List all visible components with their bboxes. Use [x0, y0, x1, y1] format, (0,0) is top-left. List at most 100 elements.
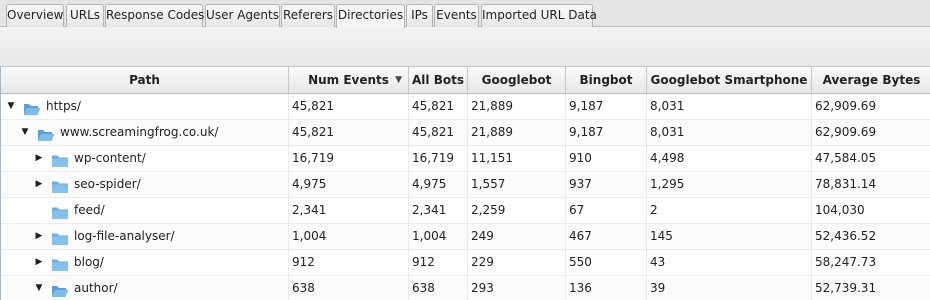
tab-overview[interactable]: Overview [6, 4, 64, 27]
collapsed-arrow-icon[interactable]: ▶ [33, 172, 45, 197]
googlebot-cell: 21,889 [468, 94, 566, 119]
path-cell[interactable]: ▼ https/ [1, 94, 289, 119]
expanded-arrow-icon[interactable]: ▼ [5, 94, 17, 119]
googlebot-smartphone-cell: 43 [647, 250, 812, 275]
num-events-cell: 45,821 [289, 94, 409, 119]
directories-table: Path Num Events ▼ All Bots Googlebot Bin… [0, 67, 930, 300]
path-label: log-file-analyser/ [74, 229, 175, 243]
googlebot-cell: 21,889 [468, 120, 566, 145]
column-header-googlebot-smartphone[interactable]: Googlebot Smartphone [647, 67, 812, 93]
path-label: author/ [74, 281, 118, 295]
googlebot-smartphone-cell: 1,295 [647, 172, 812, 197]
open-folder-icon [51, 282, 69, 297]
path-label: feed/ [74, 203, 105, 217]
path-label: wp-content/ [74, 151, 146, 165]
expanded-arrow-icon[interactable]: ▼ [19, 120, 31, 145]
path-label: seo-spider/ [74, 177, 141, 191]
column-header-num-events-label: Num Events [308, 73, 389, 87]
path-cell[interactable]: ▶ seo-spider/ [1, 172, 289, 197]
path-cell[interactable]: feed/ [1, 198, 289, 223]
table-row[interactable]: ▶ log-file-analyser/1,004 1,004 249 467 145 52… [1, 224, 930, 250]
path-cell[interactable]: ▼ author/ [1, 276, 289, 300]
table-row[interactable]: feed/2,341 2,341 2,259 67 2 104,030 [1, 198, 930, 224]
tab-bar: Overview URLs Response Codes User Agents… [0, 0, 930, 28]
open-folder-icon [23, 100, 41, 115]
path-cell[interactable]: ▶ wp-content/ [1, 146, 289, 171]
googlebot-smartphone-cell: 8,031 [647, 120, 812, 145]
all-bots-cell: 638 [409, 276, 468, 300]
tab-referers[interactable]: Referers [281, 4, 335, 27]
column-header-num-events[interactable]: Num Events ▼ [289, 67, 409, 93]
average-bytes-cell: 52,436.52 [812, 224, 930, 249]
path-cell[interactable]: ▼ www.screamingfrog.co.uk/ [1, 120, 289, 145]
num-events-cell: 912 [289, 250, 409, 275]
collapsed-arrow-icon[interactable]: ▶ [33, 250, 45, 275]
tab-directories[interactable]: Directories [336, 4, 405, 28]
all-bots-cell: 2,341 [409, 198, 468, 223]
path-label: blog/ [74, 255, 104, 269]
table-row[interactable]: ▶ wp-content/16,719 16,719 11,151 910 4,498 47… [1, 146, 930, 172]
googlebot-smartphone-cell: 145 [647, 224, 812, 249]
tab-user-agents[interactable]: User Agents [205, 4, 280, 27]
googlebot-cell: 11,151 [468, 146, 566, 171]
googlebot-smartphone-cell: 8,031 [647, 94, 812, 119]
tab-response-codes[interactable]: Response Codes [105, 4, 204, 27]
bingbot-cell: 67 [566, 198, 647, 223]
folder-icon [51, 256, 69, 271]
path-cell[interactable]: ▶ blog/ [1, 250, 289, 275]
num-events-cell: 4,975 [289, 172, 409, 197]
expanded-arrow-icon[interactable]: ▼ [33, 276, 45, 300]
all-bots-cell: 912 [409, 250, 468, 275]
tab-ips[interactable]: IPs [406, 4, 433, 27]
table-row[interactable]: ▼ https/45,821 45,821 21,889 9,187 8,031 62,90… [1, 94, 930, 120]
tab-imported-url-data[interactable]: Imported URL Data [481, 4, 597, 27]
average-bytes-cell: 47,584.05 [812, 146, 930, 171]
googlebot-smartphone-cell: 4,498 [647, 146, 812, 171]
all-bots-cell: 1,004 [409, 224, 468, 249]
googlebot-smartphone-cell: 2 [647, 198, 812, 223]
all-bots-cell: 45,821 [409, 94, 468, 119]
average-bytes-cell: 58,247.73 [812, 250, 930, 275]
path-cell[interactable]: ▶ log-file-analyser/ [1, 224, 289, 249]
collapsed-arrow-icon[interactable]: ▶ [33, 224, 45, 249]
bingbot-cell: 9,187 [566, 120, 647, 145]
collapsed-arrow-icon[interactable]: ▶ [33, 146, 45, 171]
average-bytes-cell: 78,831.14 [812, 172, 930, 197]
all-bots-cell: 4,975 [409, 172, 468, 197]
path-label: https/ [46, 99, 81, 113]
column-header-average-bytes[interactable]: Average Bytes [812, 67, 930, 93]
num-events-cell: 1,004 [289, 224, 409, 249]
path-label: www.screamingfrog.co.uk/ [60, 125, 219, 139]
average-bytes-cell: 62,909.69 [812, 94, 930, 119]
folder-icon [51, 230, 69, 245]
column-header-bingbot[interactable]: Bingbot [566, 67, 647, 93]
num-events-cell: 638 [289, 276, 409, 300]
bingbot-cell: 9,187 [566, 94, 647, 119]
table-row[interactable]: ▼ author/638 638 293 136 39 52,739.31 [1, 276, 930, 300]
num-events-cell: 16,719 [289, 146, 409, 171]
bingbot-cell: 467 [566, 224, 647, 249]
googlebot-cell: 229 [468, 250, 566, 275]
googlebot-cell: 1,557 [468, 172, 566, 197]
bingbot-cell: 910 [566, 146, 647, 171]
average-bytes-cell: 52,739.31 [812, 276, 930, 300]
table-row[interactable]: ▶ blog/912 912 229 550 43 58,247.73 [1, 250, 930, 276]
tab-urls[interactable]: URLs [66, 4, 104, 27]
folder-icon [51, 204, 69, 219]
all-bots-cell: 45,821 [409, 120, 468, 145]
googlebot-cell: 2,259 [468, 198, 566, 223]
column-header-googlebot[interactable]: Googlebot [468, 67, 566, 93]
bingbot-cell: 136 [566, 276, 647, 300]
average-bytes-cell: 104,030 [812, 198, 930, 223]
table-row[interactable]: ▼ www.screamingfrog.co.uk/45,821 45,821 21,… [1, 120, 930, 146]
table-row[interactable]: ▶ seo-spider/4,975 4,975 1,557 937 1,295 78,83… [1, 172, 930, 198]
num-events-cell: 2,341 [289, 198, 409, 223]
folder-icon [51, 178, 69, 193]
all-bots-cell: 16,719 [409, 146, 468, 171]
open-folder-icon [37, 126, 55, 141]
tab-events[interactable]: Events [434, 4, 479, 27]
column-header-path[interactable]: Path [1, 67, 289, 93]
sort-descending-icon: ▼ [395, 75, 402, 85]
column-header-all-bots[interactable]: All Bots [409, 67, 468, 93]
googlebot-cell: 249 [468, 224, 566, 249]
